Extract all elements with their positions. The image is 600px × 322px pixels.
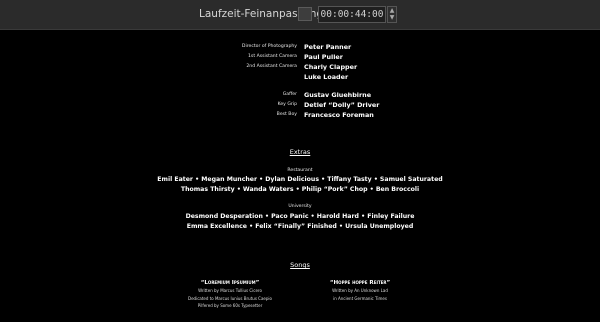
crew-name: Detlef “Dolly” Driver [304, 101, 380, 109]
spin-down-icon[interactable]: ▼ [388, 14, 396, 21]
crew-row: 2nd Assistant Camera Charly Clapper [0, 62, 600, 72]
song-block: “Hoppe hoppe Reiter” Written by An Unkno… [280, 279, 440, 302]
crew-role: 1st Assistant Camera [248, 54, 297, 59]
songs-heading: Songs [290, 261, 310, 269]
crew-name: Francesco Foreman [304, 111, 374, 119]
extras-line: Emma Excellence • Felix “Finally” Finish… [186, 223, 414, 230]
crew-name: Luke Loader [304, 73, 349, 81]
toggle-checkbox[interactable] [298, 7, 312, 21]
crew-role: 2nd Assistant Camera [246, 64, 297, 69]
extras-line: Thomas Thirsty • Wanda Waters • Philip “… [180, 186, 420, 193]
credits-panel: Director of Photography Peter Panner 1st… [0, 30, 600, 322]
crew-row: 1st Assistant Camera Paul Puller [0, 52, 600, 62]
song-credit: Pilfered by Some 60s Typesetter [197, 303, 263, 308]
crew-role: Director of Photography [241, 44, 297, 49]
extras-group-label: Restaurant [287, 168, 313, 173]
extras-line: Emil Eater • Megan Muncher • Dylan Delic… [157, 176, 443, 183]
song-title: “Hoppe hoppe Reiter” [329, 280, 391, 286]
extras-heading: Extras [289, 148, 311, 156]
crew-row: Director of Photography Peter Panner [0, 42, 600, 52]
crew-row: Key Grip Detlef “Dolly” Driver [0, 100, 600, 110]
crew-name: Charly Clapper [304, 63, 358, 71]
spin-up-icon[interactable]: ▲ [388, 7, 396, 14]
crew-row: Best Boy Francesco Foreman [0, 110, 600, 120]
song-credit: in Ancient Germanic Times [333, 295, 387, 301]
crew-name: Paul Puller [304, 53, 343, 61]
crew-role: Best Boy [276, 112, 297, 117]
toolbar: Laufzeit-Feinanpassung 00:00:44:00 ▲ ▼ [0, 0, 600, 30]
runtime-spinner[interactable]: ▲ ▼ [387, 6, 397, 23]
extras-line: Desmond Desperation • Paco Panic • Harol… [185, 213, 415, 220]
extras-group-label: University [288, 204, 312, 209]
crew-name: Peter Panner [304, 43, 352, 51]
crew-name: Gustav Gluehbirne [304, 91, 372, 99]
crew-row: Gaffer Gustav Gluehbirne [0, 90, 600, 100]
runtime-input[interactable]: 00:00:44:00 [318, 6, 386, 23]
crew-role: Gaffer [282, 92, 297, 97]
song-credit: Written by An Unknown Lad [332, 288, 388, 293]
crew-role: Key Grip [277, 102, 297, 107]
crew-row: Luke Loader [0, 72, 600, 82]
